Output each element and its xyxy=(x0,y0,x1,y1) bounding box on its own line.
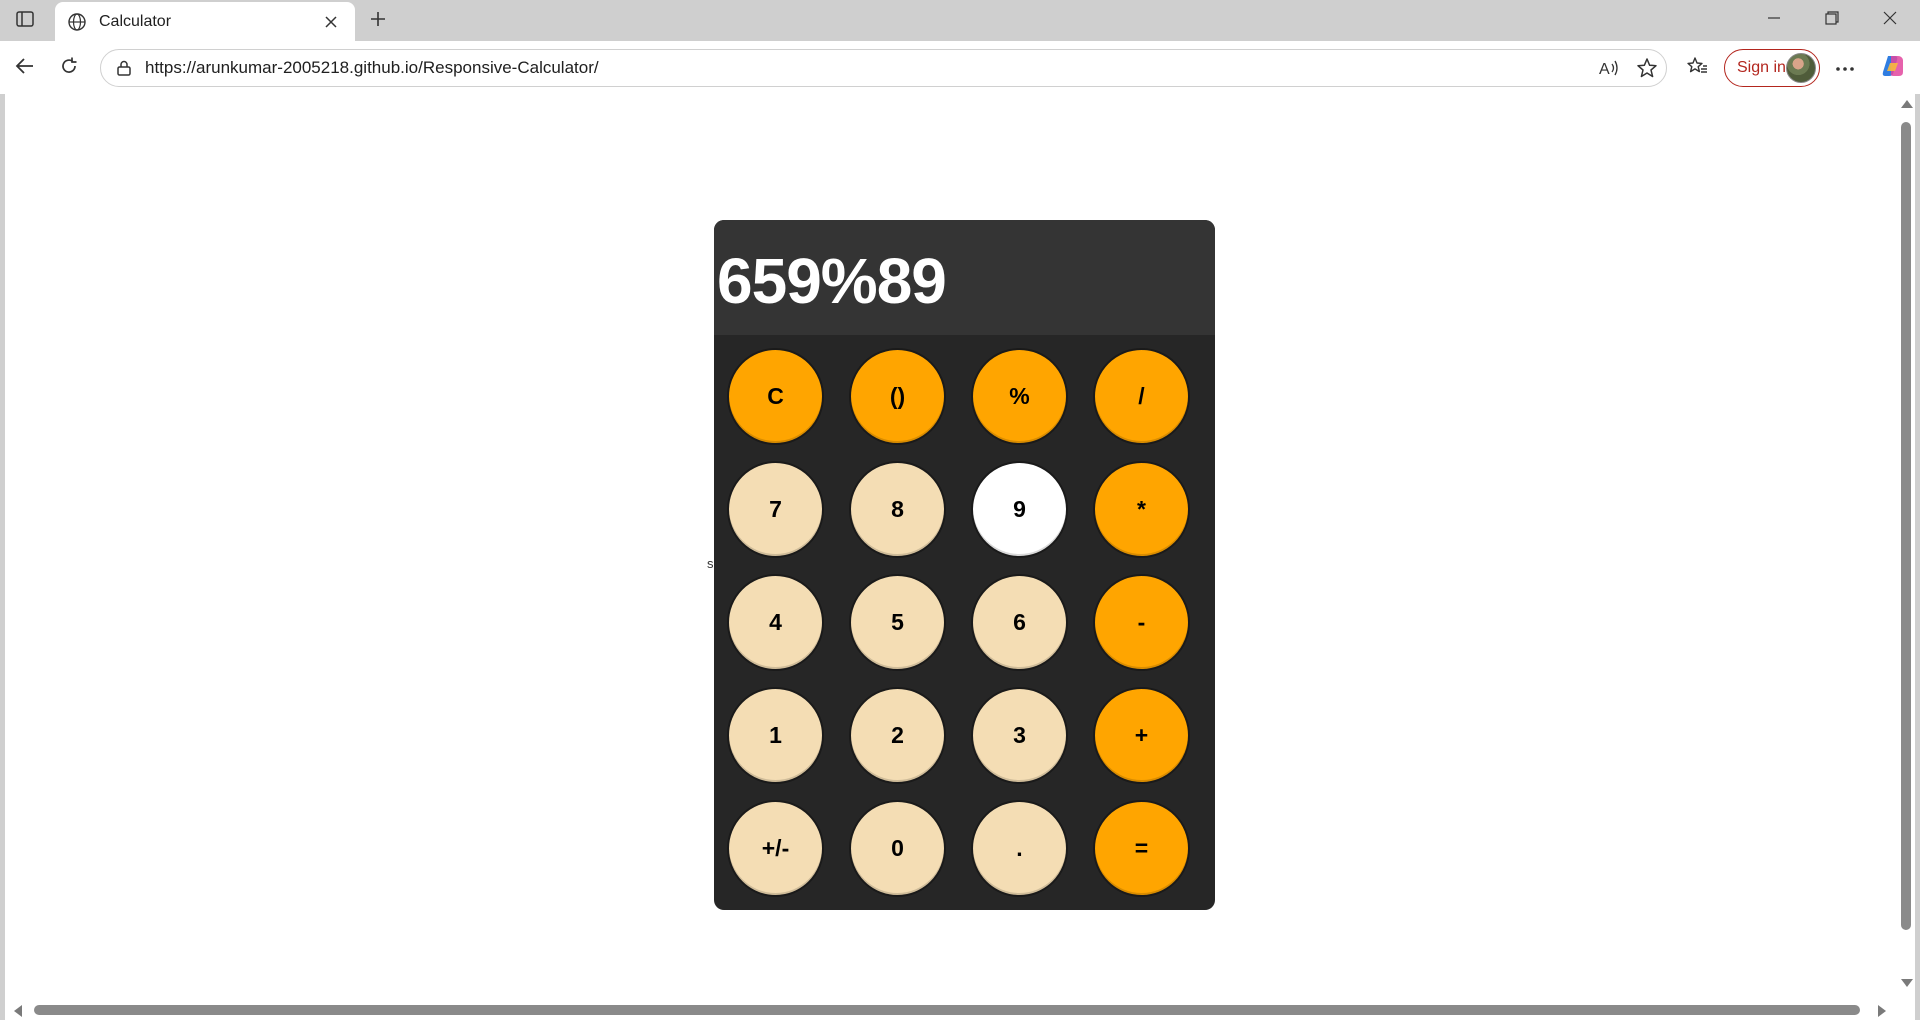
key-decimal-button[interactable]: . xyxy=(971,800,1068,897)
scroll-down-arrow-icon[interactable] xyxy=(1901,979,1913,987)
key-parentheses-button[interactable]: () xyxy=(849,348,946,445)
minimize-icon xyxy=(1767,11,1781,30)
read-aloud-icon[interactable]: A xyxy=(1590,51,1628,85)
key-percent-button[interactable]: % xyxy=(971,348,1068,445)
key-digit-2-button[interactable]: 2 xyxy=(849,687,946,784)
key-digit-5-button[interactable]: 5 xyxy=(849,574,946,671)
svg-text:A: A xyxy=(1599,61,1610,78)
more-dots-icon xyxy=(1835,59,1855,77)
close-window-button[interactable] xyxy=(1861,0,1919,41)
copilot-button[interactable] xyxy=(1876,51,1910,85)
key-toggle-sign-button[interactable]: +/- xyxy=(727,800,824,897)
vertical-scroll-thumb[interactable] xyxy=(1901,122,1911,930)
key-digit-1-button[interactable]: 1 xyxy=(727,687,824,784)
key-digit-7-button[interactable]: 7 xyxy=(727,461,824,558)
close-tab-icon[interactable] xyxy=(319,10,343,34)
key-digit-8-button[interactable]: 8 xyxy=(849,461,946,558)
key-clear-button[interactable]: C xyxy=(727,348,824,445)
scroll-left-arrow-icon[interactable] xyxy=(14,1005,22,1017)
favorites-button[interactable] xyxy=(1680,51,1714,85)
stray-text: s xyxy=(707,556,714,571)
site-info-icon[interactable] xyxy=(115,58,135,78)
back-button[interactable] xyxy=(8,51,42,85)
refresh-button[interactable] xyxy=(52,51,86,85)
url-text[interactable]: https://arunkumar-2005218.github.io/Resp… xyxy=(145,58,1590,78)
new-tab-button[interactable] xyxy=(364,8,392,34)
close-icon xyxy=(1883,11,1897,30)
horizontal-scrollbar[interactable] xyxy=(5,1000,1915,1020)
copilot-icon xyxy=(1880,53,1906,84)
refresh-icon xyxy=(59,56,79,81)
more-menu-button[interactable] xyxy=(1828,51,1862,85)
address-bar[interactable]: https://arunkumar-2005218.github.io/Resp… xyxy=(100,49,1667,87)
key-digit-0-button[interactable]: 0 xyxy=(849,800,946,897)
tab-calculator[interactable]: Calculator xyxy=(55,2,355,41)
key-equals-button[interactable]: = xyxy=(1093,800,1190,897)
avatar xyxy=(1786,53,1816,83)
plus-icon xyxy=(369,10,387,33)
tab-title: Calculator xyxy=(99,12,172,30)
favorite-star-icon[interactable] xyxy=(1628,51,1666,85)
key-digit-9-button[interactable]: 9 xyxy=(971,461,1068,558)
key-add-button[interactable]: + xyxy=(1093,687,1190,784)
horizontal-scroll-thumb[interactable] xyxy=(34,1005,1860,1015)
scroll-up-arrow-icon[interactable] xyxy=(1901,100,1913,108)
sign-in-button[interactable]: Sign in xyxy=(1724,49,1820,87)
vertical-scrollbar[interactable] xyxy=(1897,94,1915,992)
key-divide-button[interactable]: / xyxy=(1093,348,1190,445)
browser-toolbar: https://arunkumar-2005218.github.io/Resp… xyxy=(0,41,1920,94)
scroll-right-arrow-icon[interactable] xyxy=(1878,1005,1886,1017)
key-digit-4-button[interactable]: 4 xyxy=(727,574,824,671)
key-digit-6-button[interactable]: 6 xyxy=(971,574,1068,671)
arrow-left-icon xyxy=(15,57,35,80)
sidebar-toggle-icon xyxy=(16,10,34,32)
minimize-button[interactable] xyxy=(1745,0,1803,41)
tab-strip: Calculator xyxy=(0,0,1920,41)
key-multiply-button[interactable]: * xyxy=(1093,461,1190,558)
globe-icon xyxy=(67,12,87,32)
page-viewport: s 659%89 C ()% / 7 8 9 * 4 5 6- 1 2 3 + +/- 0. = xyxy=(5,94,1915,1020)
key-subtract-button[interactable]: - xyxy=(1093,574,1190,671)
calculator-display: 659%89 xyxy=(714,220,1215,335)
calculator-keypad: C ()% / 7 8 9 * 4 5 6- 1 2 3 + +/- 0. = xyxy=(727,348,1203,902)
tab-actions-button[interactable] xyxy=(10,8,40,34)
calculator: 659%89 C ()% / 7 8 9 * 4 5 6- 1 2 3 + +/- 0. = xyxy=(714,220,1215,910)
restore-icon xyxy=(1825,11,1839,30)
sign-in-label: Sign in xyxy=(1737,59,1786,76)
restore-button[interactable] xyxy=(1803,0,1861,41)
favorites-list-icon xyxy=(1686,56,1708,81)
display-value: 659%89 xyxy=(717,245,947,317)
key-digit-3-button[interactable]: 3 xyxy=(971,687,1068,784)
